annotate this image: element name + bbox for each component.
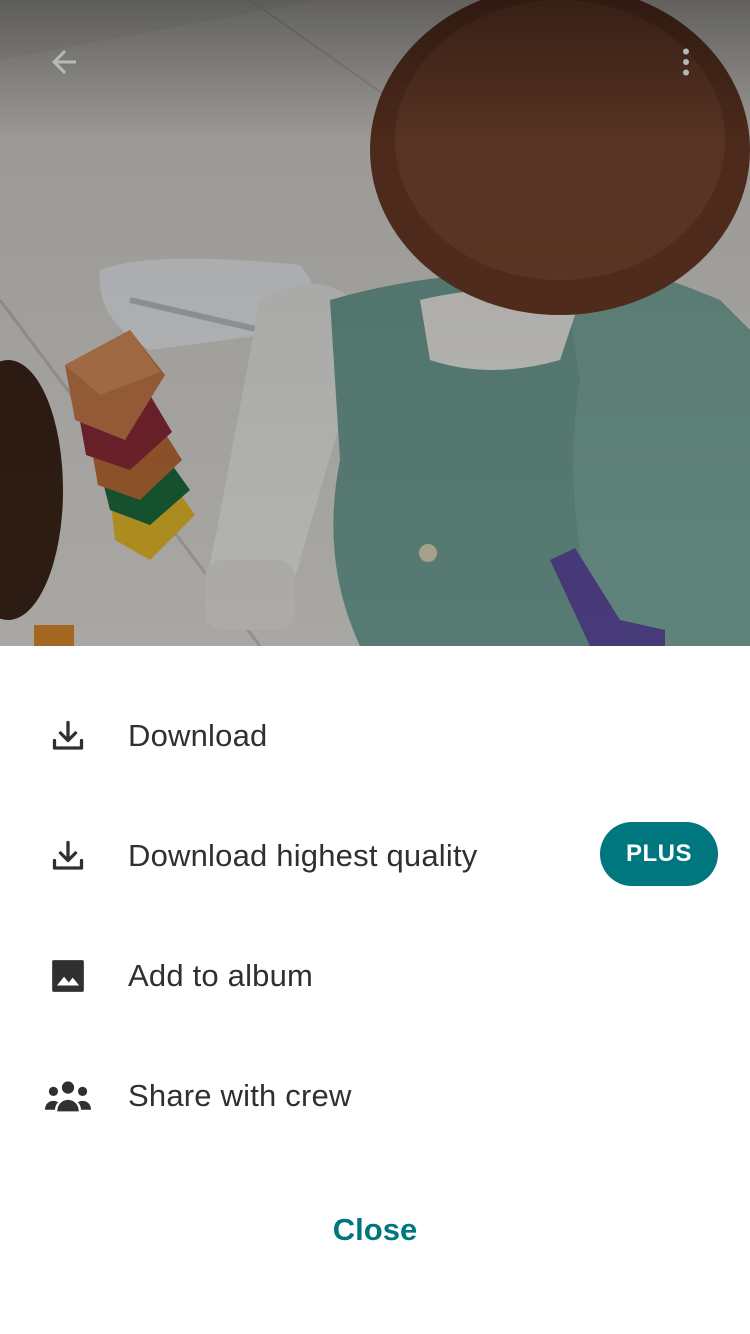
download-icon: [44, 832, 92, 880]
photo-dim-overlay: [0, 0, 750, 646]
more-options-button[interactable]: [654, 32, 718, 96]
menu-item-share-with-crew[interactable]: Share with crew: [0, 1036, 750, 1156]
plus-badge[interactable]: PLUS: [600, 822, 718, 886]
menu-item-label: Add to album: [128, 958, 314, 993]
arrow-back-icon: [46, 44, 82, 85]
menu-item-download-highest-quality[interactable]: Download highest quality PLUS: [0, 796, 750, 916]
menu-item-add-to-album[interactable]: Add to album: [0, 916, 750, 1036]
close-button[interactable]: Close: [275, 1194, 475, 1266]
back-button[interactable]: [32, 32, 96, 96]
download-icon: [44, 712, 92, 760]
group-icon: [44, 1072, 92, 1120]
photo-preview: [0, 0, 750, 646]
menu-item-download[interactable]: Download: [0, 676, 750, 796]
image-icon: [44, 952, 92, 1000]
menu-item-label: Share with crew: [128, 1078, 352, 1113]
more-vert-icon: [668, 44, 704, 85]
menu-item-label: Download: [128, 718, 268, 753]
actions-sheet: Download Download highest quality PLUS A…: [0, 646, 750, 1334]
menu-item-label: Download highest quality: [128, 838, 478, 873]
